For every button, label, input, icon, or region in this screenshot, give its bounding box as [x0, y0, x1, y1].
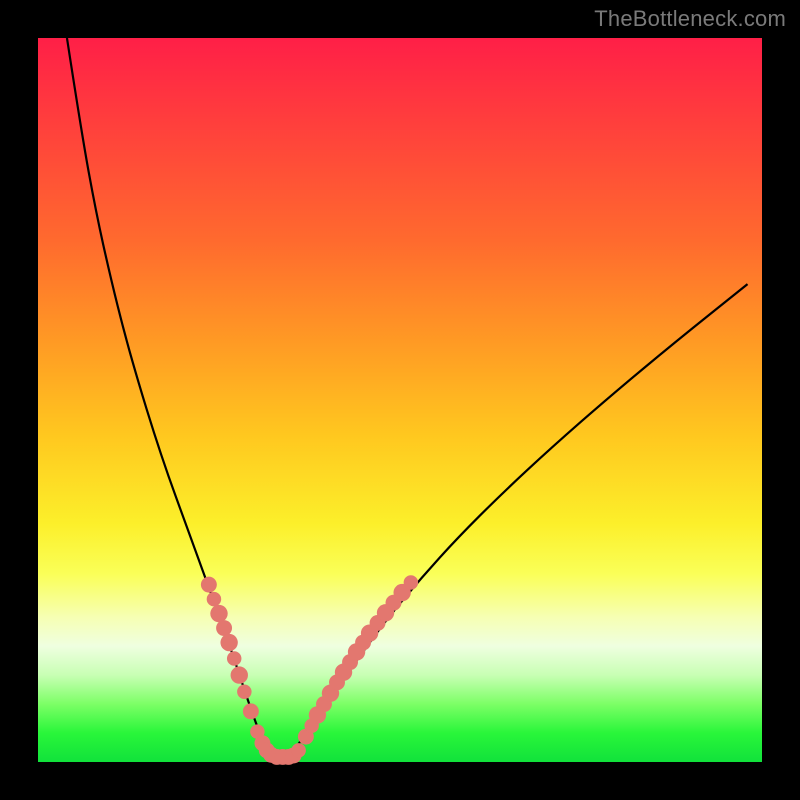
- highlight-dot: [216, 620, 232, 636]
- highlight-dot: [404, 575, 418, 589]
- highlight-dot: [237, 685, 251, 699]
- highlight-dot: [220, 634, 237, 651]
- curve-left: [67, 38, 270, 755]
- highlight-dot: [201, 577, 217, 593]
- highlight-dot: [207, 592, 221, 606]
- chart-container: TheBottleneck.com: [0, 0, 800, 800]
- highlight-dot: [243, 703, 259, 719]
- highlight-dot: [231, 666, 248, 683]
- curve-layer: [38, 38, 762, 762]
- plot-area: [38, 38, 762, 762]
- highlight-dot: [210, 605, 227, 622]
- highlight-dot: [291, 743, 305, 757]
- marker-group: [201, 575, 418, 765]
- highlight-dot: [227, 651, 241, 665]
- watermark-text: TheBottleneck.com: [594, 6, 786, 32]
- curve-right: [291, 284, 747, 755]
